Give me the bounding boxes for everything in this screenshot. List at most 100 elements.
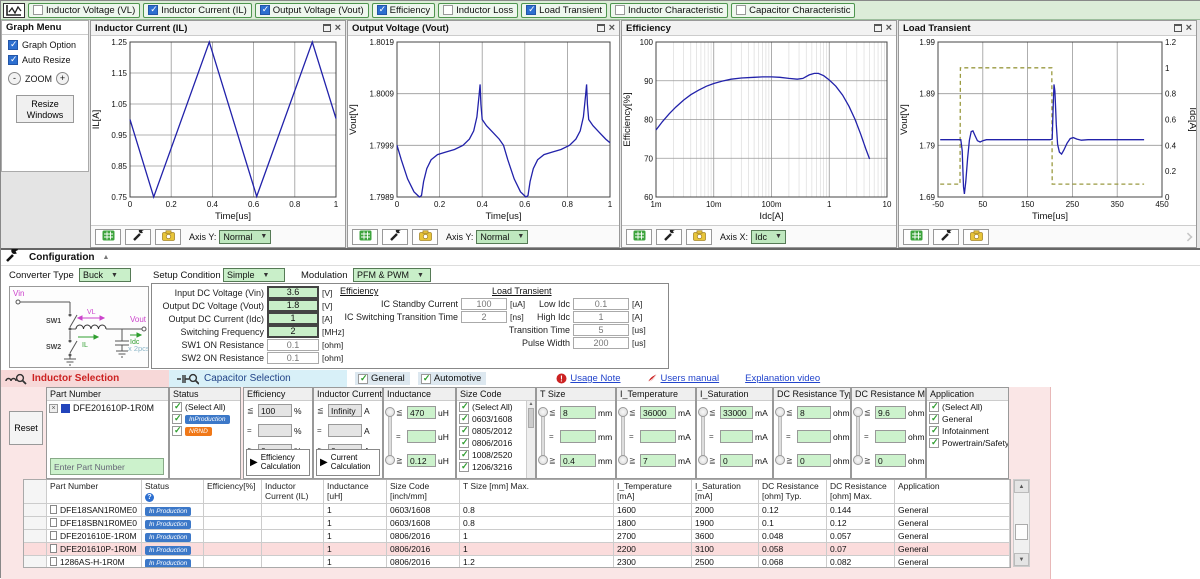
checked-checkbox-icon[interactable]: [459, 426, 469, 436]
range-value-input[interactable]: [875, 430, 906, 443]
datasheet-icon[interactable]: [50, 557, 57, 566]
list-item-select-all[interactable]: (Select All): [457, 401, 535, 413]
slider-knob[interactable]: [698, 455, 708, 465]
range-value-input[interactable]: 33000: [720, 406, 753, 419]
list-item-1206-3216[interactable]: 1206/3216: [457, 461, 535, 473]
range-value-input[interactable]: [797, 430, 831, 443]
checked-checkbox-icon[interactable]: [929, 414, 939, 424]
slider-knob[interactable]: [618, 407, 628, 417]
range-value-input[interactable]: 7: [640, 454, 676, 467]
field-value[interactable]: 0.1: [267, 352, 319, 364]
remove-part-icon[interactable]: ×: [49, 404, 58, 413]
graph-tab-inductor-loss[interactable]: Inductor Loss: [438, 3, 518, 18]
scroll-up-icon[interactable]: ▲: [1014, 480, 1029, 493]
axis-select[interactable]: Idc▼: [751, 230, 786, 244]
setup-condition-select[interactable]: Simple▼: [223, 268, 285, 282]
slider-knob[interactable]: [853, 407, 863, 417]
slider-knob[interactable]: [853, 455, 863, 465]
maximize-icon[interactable]: [597, 24, 605, 32]
list-item-infotainment[interactable]: Infotainment: [927, 425, 1008, 437]
range-value-input[interactable]: 0.12: [407, 454, 436, 467]
graph-tab-inductor-characteristic[interactable]: Inductor Characteristic: [610, 3, 728, 18]
range-value-input[interactable]: [258, 424, 292, 437]
checked-checkbox-icon[interactable]: [172, 414, 182, 424]
range-value-input[interactable]: 100: [258, 404, 292, 417]
column-header-application[interactable]: Application: [895, 480, 1010, 504]
settings-button[interactable]: [656, 229, 682, 245]
range-value-input[interactable]: 0.4: [560, 454, 596, 467]
column-header-part-number[interactable]: Part Number: [47, 480, 142, 504]
maximize-icon[interactable]: [1174, 24, 1182, 32]
reset-button[interactable]: Reset: [9, 411, 43, 445]
field-value[interactable]: 200: [573, 337, 629, 349]
checked-checkbox-icon[interactable]: [8, 40, 18, 50]
field-value[interactable]: 2: [267, 325, 319, 338]
range-value-input[interactable]: 0: [797, 454, 831, 467]
checked-checkbox-icon[interactable]: [929, 402, 939, 412]
settings-button[interactable]: [125, 229, 151, 245]
link-explanation-video[interactable]: Explanation video: [745, 373, 820, 384]
field-value[interactable]: 1: [267, 312, 319, 325]
checked-checkbox-icon[interactable]: [526, 5, 536, 15]
maximize-icon[interactable]: [874, 24, 882, 32]
checked-checkbox-icon[interactable]: [459, 450, 469, 460]
range-value-input[interactable]: [640, 430, 676, 443]
help-icon[interactable]: ?: [145, 493, 154, 502]
checked-checkbox-icon[interactable]: [929, 438, 939, 448]
range-value-input[interactable]: 9.6: [875, 406, 906, 419]
zoom-in-button[interactable]: +: [56, 72, 69, 85]
close-icon[interactable]: ×: [1186, 24, 1192, 32]
field-value[interactable]: 0.1: [573, 298, 629, 310]
datasheet-icon[interactable]: [50, 505, 57, 514]
slider-knob[interactable]: [538, 455, 548, 465]
status-item-nrnd[interactable]: NRND: [170, 425, 240, 437]
field-value[interactable]: 3.6: [267, 286, 319, 299]
slider-knob[interactable]: [385, 455, 395, 465]
automotive-checkbox[interactable]: Automotive: [418, 372, 487, 385]
range-value-input[interactable]: [720, 430, 753, 443]
close-icon[interactable]: ×: [609, 24, 615, 32]
graph-tab-output-voltage-vout[interactable]: Output Voltage (Vout): [255, 3, 369, 18]
unchecked-checkbox-icon[interactable]: [615, 5, 625, 15]
slider-knob[interactable]: [698, 407, 708, 417]
list-item-0603-1608[interactable]: 0603/1608: [457, 413, 535, 425]
slider-knob[interactable]: [775, 455, 785, 465]
tab-capacitor-selection[interactable]: Capacitor Selection: [169, 370, 347, 387]
export-button[interactable]: [903, 229, 929, 245]
resize-windows-button[interactable]: Resize Windows: [16, 95, 74, 123]
close-icon[interactable]: ×: [335, 24, 341, 32]
graph-tab-efficiency[interactable]: Efficiency: [372, 3, 435, 18]
part-number-cell[interactable]: DFE201610E-1R0M: [47, 530, 142, 543]
general-checkbox[interactable]: General: [355, 372, 410, 385]
checked-checkbox-icon[interactable]: [8, 55, 18, 65]
range-value-input[interactable]: 470: [407, 406, 436, 419]
list-item-general[interactable]: General: [927, 413, 1008, 425]
datasheet-icon[interactable]: [50, 544, 57, 553]
column-header-i-temperature-ma[interactable]: I_Temperature [mA]: [614, 480, 692, 504]
part-number-input[interactable]: [50, 458, 164, 475]
export-button[interactable]: [626, 229, 652, 245]
range-value-input[interactable]: 36000: [640, 406, 676, 419]
unchecked-checkbox-icon[interactable]: [443, 5, 453, 15]
graph-tab-load-transient[interactable]: Load Transient: [521, 3, 607, 18]
maximize-icon[interactable]: [323, 24, 331, 32]
graph-menu-option-graph-option[interactable]: Graph Option: [2, 35, 88, 50]
snapshot-button[interactable]: [686, 229, 712, 245]
checked-checkbox-icon[interactable]: [929, 426, 939, 436]
snapshot-button[interactable]: [155, 229, 181, 245]
slider-knob[interactable]: [775, 407, 785, 417]
column-header-efficiency[interactable]: Efficiency[%]: [204, 480, 262, 504]
snapshot-button[interactable]: [963, 229, 989, 245]
checked-checkbox-icon[interactable]: [459, 402, 469, 412]
checked-checkbox-icon[interactable]: [459, 462, 469, 472]
range-value-input[interactable]: Infinity: [328, 404, 362, 417]
modulation-select[interactable]: PFM & PWM▼: [353, 268, 431, 282]
slider-knob[interactable]: [385, 407, 395, 417]
resize-grip-icon[interactable]: [1183, 232, 1192, 241]
list-item-0806-2016[interactable]: 0806/2016: [457, 437, 535, 449]
datasheet-icon[interactable]: [50, 531, 57, 540]
range-value-input[interactable]: [407, 430, 436, 443]
status-item-inproduction[interactable]: InProduction: [170, 413, 240, 425]
list-item-select-all[interactable]: (Select All): [927, 401, 1008, 413]
axis-select[interactable]: Normal▼: [219, 230, 271, 244]
